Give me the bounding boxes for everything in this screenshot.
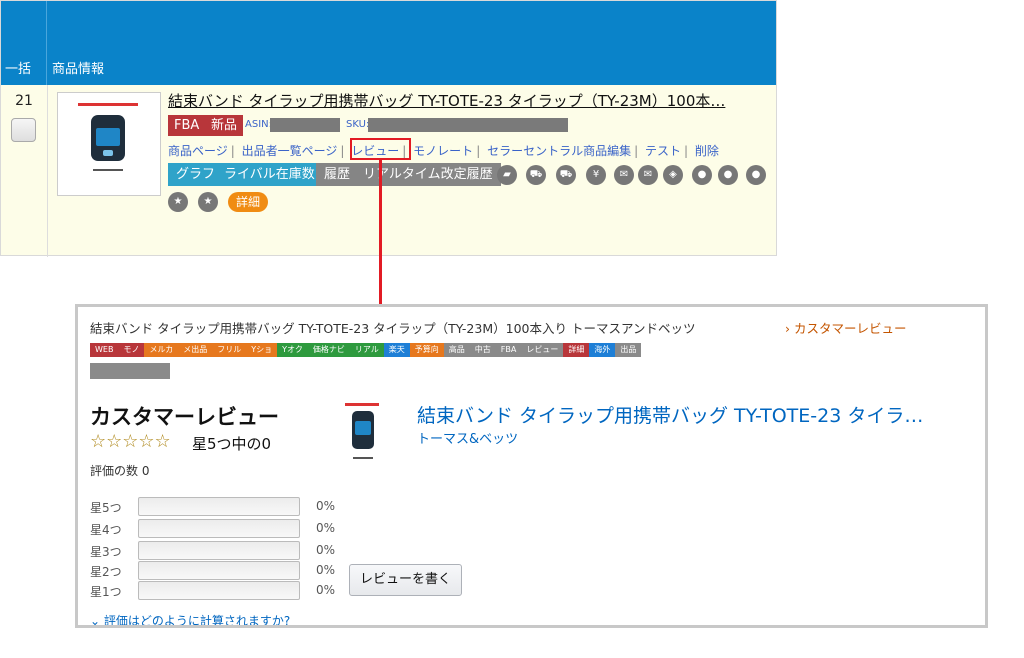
mail-icon[interactable]: ✉ <box>614 165 634 185</box>
rating-row-label: 星3つ <box>90 545 122 559</box>
product-title-link[interactable]: 結束バンド タイラップ用携帯バッグ TY-TOTE-23 タイラップ（TY-23… <box>168 90 768 111</box>
reviews-heading: カスタマーレビュー <box>90 405 279 429</box>
cart-icon[interactable]: ⛟ <box>526 165 546 185</box>
table-header: 一括 商品情報 <box>1 1 776 85</box>
header-product-label: 商品情報 <box>52 62 105 77</box>
panel-product-name[interactable]: 結束バンド タイラップ用携帯バッグ TY-TOTE-23 タイラ… <box>417 401 981 428</box>
link-seller-central-edit[interactable]: セラーセントラル商品編集 <box>487 144 631 158</box>
product-thumbnail[interactable] <box>57 92 161 196</box>
rating-bar <box>138 541 300 560</box>
star-icon[interactable]: ★ <box>168 192 188 212</box>
link-product-page[interactable]: 商品ページ <box>168 144 228 158</box>
history-button[interactable]: 履歴 <box>316 163 359 186</box>
rating-text: 星5つ中の0 <box>192 435 272 453</box>
connector-line <box>379 160 382 306</box>
rating-bar <box>138 497 300 516</box>
tab-detail[interactable]: 詳細 <box>563 343 590 357</box>
group-icon[interactable]: ● <box>746 165 766 185</box>
fba-badge: FBA <box>168 115 206 136</box>
row-checkbox[interactable] <box>11 118 36 142</box>
rating-percent: 0% <box>316 521 336 535</box>
row-number: 21 <box>15 93 33 109</box>
realtime-revision-history-button[interactable]: リアルタイム改定履歴 <box>355 163 501 186</box>
folder-icon[interactable]: ▰ <box>497 165 517 185</box>
rating-row-label: 星2つ <box>90 565 122 579</box>
detail-button[interactable]: 詳細 <box>228 192 269 212</box>
product-links: 商品ページ | 出品者一覧ページ | レビュー | モノレート | セラーセントラル商品… <box>168 144 719 158</box>
asin-redacted <box>270 118 340 132</box>
new-badge: 新品 <box>205 115 244 136</box>
review-page-panel: 結束バンド タイラップ用携帯バッグ TY-TOTE-23 タイラップ（TY-23… <box>75 304 988 628</box>
tab-mono[interactable]: モノ <box>118 343 145 357</box>
review-link-highlight <box>350 138 411 160</box>
rating-bar <box>138 561 300 580</box>
tab-overseas[interactable]: 海外 <box>589 343 616 357</box>
tab-mercari[interactable]: メルカ <box>144 343 179 357</box>
user-icon[interactable]: ● <box>692 165 712 185</box>
how-calculated-link[interactable]: ⌄ 評価はどのように計算されますか? <box>90 612 290 625</box>
page-product-title[interactable]: 結束バンド タイラップ用携帯バッグ TY-TOTE-23 タイラップ（TY-23… <box>90 318 695 337</box>
tab-listing[interactable]: 出品 <box>615 343 642 357</box>
mail-open-icon[interactable]: ✉ <box>638 165 658 185</box>
rating-row-label: 星5つ <box>90 501 122 515</box>
users-icon[interactable]: ● <box>718 165 738 185</box>
rating-percent: 0% <box>316 563 336 577</box>
cart-icon[interactable]: ⛟ <box>556 165 576 185</box>
star-icon[interactable]: ★ <box>198 192 218 212</box>
tab-rakuten[interactable]: 楽天 <box>383 343 410 357</box>
rating-percent: 0% <box>316 583 336 597</box>
asin-label: ASIN: <box>245 119 272 130</box>
sku-label: SKU: <box>346 119 370 130</box>
redacted-field <box>90 363 170 379</box>
header-batch-label: 一括 <box>5 62 32 77</box>
tab-mercari-listing[interactable]: メ出品 <box>178 343 213 357</box>
tab-price-navi[interactable]: 価格ナビ <box>307 343 350 357</box>
tab-high[interactable]: 高品 <box>443 343 470 357</box>
rating-percent: 0% <box>316 543 336 557</box>
link-monorate[interactable]: モノレート <box>413 144 473 158</box>
graph-button[interactable]: グラフ <box>168 163 224 186</box>
tab-yahoo-auction[interactable]: Yオク <box>277 343 308 357</box>
rival-stock-button[interactable]: ライバル在庫数 <box>216 163 323 186</box>
yen-icon[interactable]: ¥ <box>586 165 606 185</box>
rating-count: 評価の数 0 <box>90 464 150 478</box>
device-image <box>58 93 162 197</box>
rating-bar <box>138 581 300 600</box>
rating-row-label: 星1つ <box>90 585 122 599</box>
link-delete[interactable]: 削除 <box>695 144 719 158</box>
link-seller-list[interactable]: 出品者一覧ページ <box>242 144 338 158</box>
tab-web[interactable]: WEB <box>90 343 119 357</box>
column-divider <box>47 85 48 257</box>
panel-product-thumbnail[interactable] <box>337 401 387 467</box>
write-review-button[interactable]: レビューを書く <box>349 564 462 596</box>
tab-real[interactable]: リアル <box>349 343 384 357</box>
tab-review[interactable]: レビュー <box>521 343 564 357</box>
tab-budget[interactable]: 予算向 <box>409 343 444 357</box>
star-rating-icon: ☆☆☆☆☆ <box>90 431 171 452</box>
tag-icon[interactable]: ◈ <box>663 165 683 185</box>
sku-redacted <box>368 118 568 132</box>
tab-fril[interactable]: フリル <box>212 343 247 357</box>
extension-tab-bar: WEB モノ メルカ メ出品 フリル Yショ Yオク 価格ナビ リアル 楽天 予… <box>90 343 642 357</box>
tab-used[interactable]: 中古 <box>469 343 496 357</box>
panel-brand-link[interactable]: トーマス&ベッツ <box>417 428 518 447</box>
link-test[interactable]: テスト <box>645 144 681 158</box>
rating-bar <box>138 519 300 538</box>
tab-fba[interactable]: FBA <box>495 343 522 357</box>
rating-row-label: 星4つ <box>90 523 122 537</box>
rating-percent: 0% <box>316 499 336 513</box>
breadcrumb[interactable]: › カスタマーレビュー <box>785 318 906 337</box>
tab-yahoo-shopping[interactable]: Yショ <box>246 343 278 357</box>
